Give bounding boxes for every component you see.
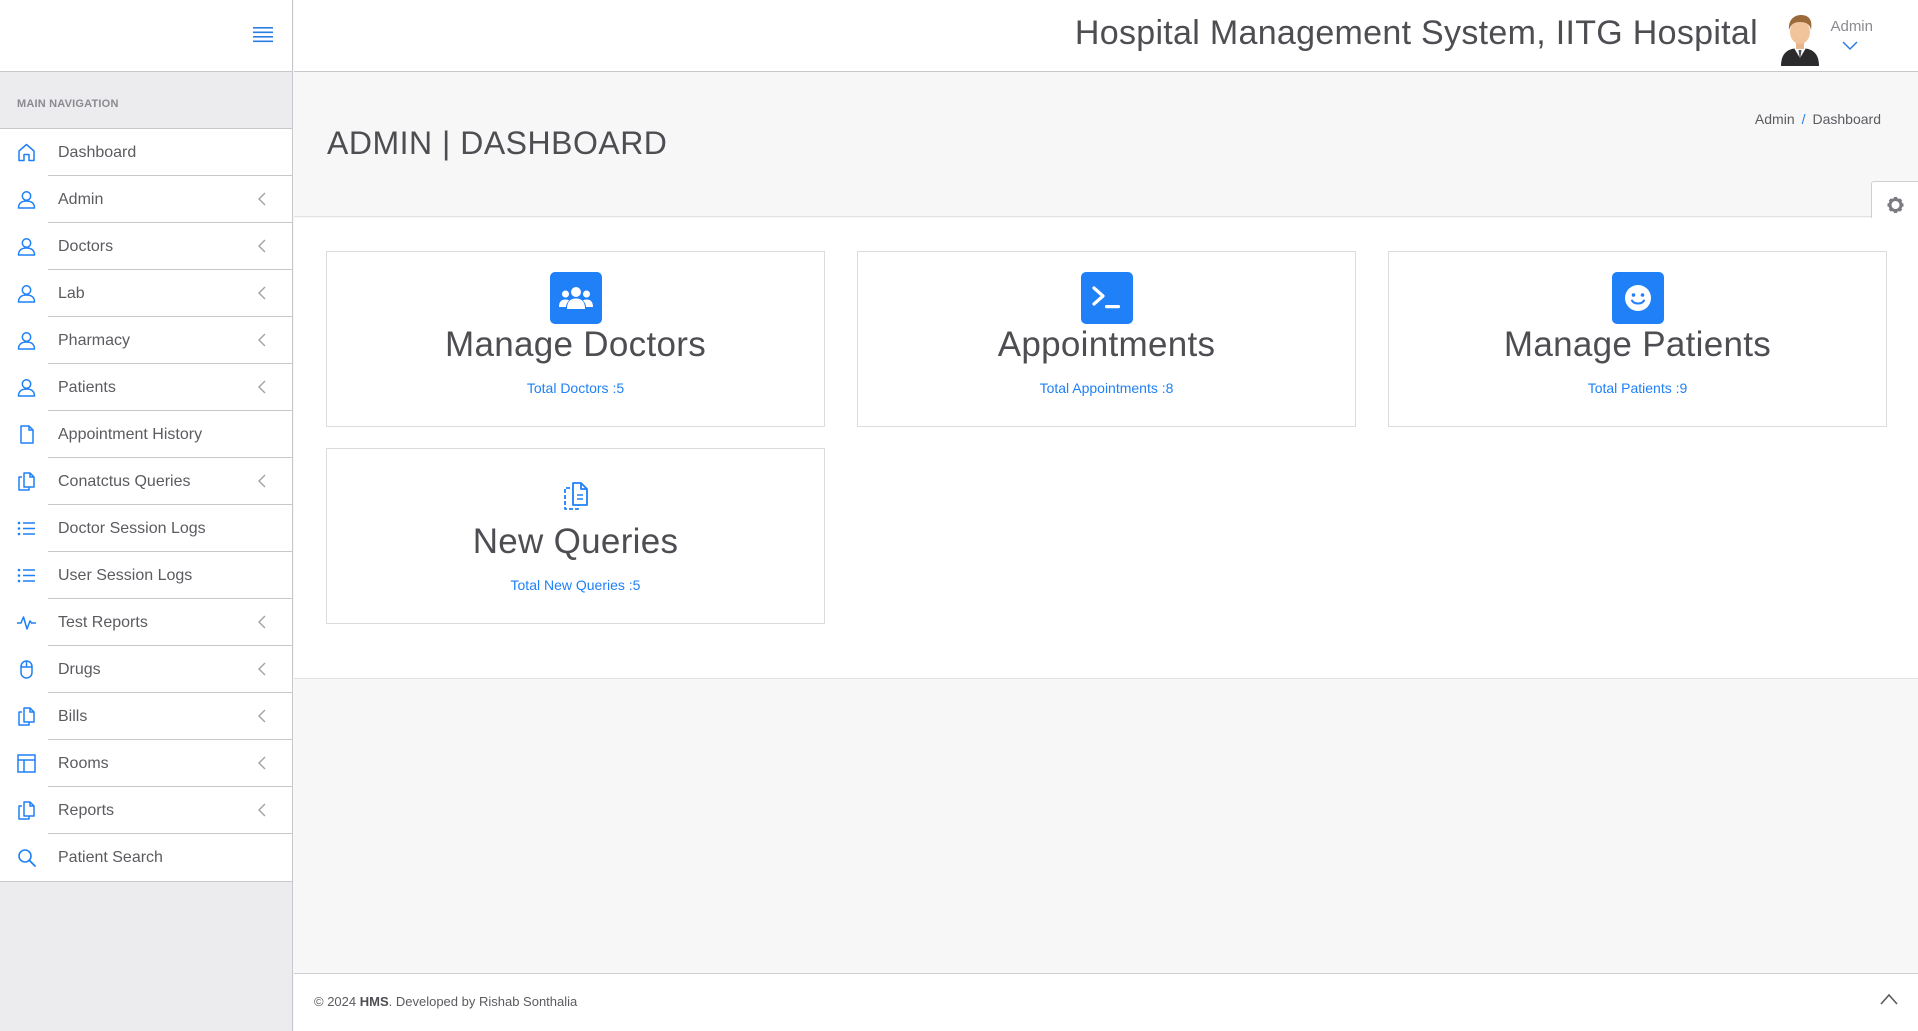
files-icon	[16, 800, 37, 821]
sidebar-item-admin[interactable]: Admin	[0, 175, 292, 223]
card-manage-patients[interactable]: Manage Patients Total Patients :9	[1388, 251, 1887, 427]
user-icon	[16, 189, 37, 210]
breadcrumb-item-admin[interactable]: Admin	[1755, 111, 1795, 127]
card-title: Appointments	[997, 325, 1216, 364]
card-count-link[interactable]: Total New Queries :5	[327, 577, 824, 593]
sidebar-item-label: Reports	[58, 801, 115, 819]
users-icon	[549, 272, 602, 324]
user-label[interactable]: Admin	[1830, 18, 1873, 35]
sidebar-item-label: Pharmacy	[58, 331, 131, 349]
sidebar-item-doctors[interactable]: Doctors	[0, 222, 292, 270]
footer-text: © 2024 HMS. Developed by Rishab Sonthali…	[314, 994, 577, 1009]
breadcrumb-separator: /	[1801, 111, 1806, 127]
breadcrumb-item-dashboard: Dashboard	[1812, 111, 1882, 127]
files-icon	[16, 471, 37, 492]
chevron-left-icon	[257, 803, 267, 817]
chevron-left-icon	[257, 615, 267, 629]
sidebar-item-label: Lab	[58, 284, 85, 302]
chevron-left-icon	[257, 662, 267, 676]
file-icon	[16, 424, 37, 445]
card-count-link[interactable]: Total Appointments :8	[858, 380, 1355, 396]
nav-list: Dashboard Admin Doctors Lab Pharmacy Patients…	[0, 129, 292, 882]
chevron-left-icon	[257, 333, 267, 347]
sidebar-item-user-session-logs[interactable]: User Session Logs	[0, 551, 292, 599]
pulse-icon	[16, 612, 37, 633]
dashboard-content: Manage Doctors Total Doctors :5 Appointm…	[294, 218, 1918, 679]
chevron-left-icon	[257, 380, 267, 394]
card-count-link[interactable]: Total Doctors :5	[327, 380, 824, 396]
app-title: Hospital Management System, IITG Hospita…	[1074, 14, 1758, 52]
chevron-down-icon[interactable]	[1842, 38, 1858, 51]
sidebar-item-rooms[interactable]: Rooms	[0, 739, 292, 787]
search-icon	[16, 847, 37, 868]
footer: © 2024 HMS. Developed by Rishab Sonthali…	[294, 973, 1918, 1031]
sidebar-item-test-reports[interactable]: Test Reports	[0, 598, 292, 646]
footer-credit: . Developed by Rishab Sonthalia	[388, 994, 578, 1009]
sidebar-item-label: Doctor Session Logs	[58, 519, 206, 537]
sidebar-item-patient-search[interactable]: Patient Search	[0, 833, 292, 881]
sidebar-item-conatctus-queries[interactable]: Conatctus Queries	[0, 457, 292, 505]
page-title: ADMIN | DASHBOARD	[327, 125, 668, 161]
hamburger-menu-icon[interactable]	[252, 25, 274, 43]
sidebar-item-appointment-history[interactable]: Appointment History	[0, 410, 292, 458]
list-icon	[16, 518, 37, 539]
smile-icon	[1611, 272, 1664, 324]
terminal-icon	[1080, 272, 1133, 324]
page-header: ADMIN | DASHBOARD Admin / Dashboard	[294, 73, 1918, 217]
chevron-up-icon[interactable]	[1880, 992, 1898, 1005]
user-icon	[16, 377, 37, 398]
footer-brand: HMS	[359, 994, 389, 1009]
layout-icon	[16, 753, 37, 774]
card-manage-doctors[interactable]: Manage Doctors Total Doctors :5	[326, 251, 825, 427]
card-new-queries[interactable]: New Queries Total New Queries :5	[326, 448, 825, 624]
sidebar-item-label: Drugs	[58, 660, 101, 678]
home-icon	[16, 142, 37, 163]
files-icon	[550, 469, 602, 521]
sidebar-item-pharmacy[interactable]: Pharmacy	[0, 316, 292, 364]
sidebar-item-label: Conatctus Queries	[58, 472, 191, 490]
sidebar-item-doctor-session-logs[interactable]: Doctor Session Logs	[0, 504, 292, 552]
sidebar-item-label: Admin	[58, 190, 104, 208]
mouse-icon	[16, 659, 37, 680]
sidebar-item-patients[interactable]: Patients	[0, 363, 292, 411]
chevron-left-icon	[257, 192, 267, 206]
chevron-left-icon	[257, 474, 267, 488]
sidebar-item-label: Rooms	[58, 754, 109, 772]
nav-section-header: MAIN NAVIGATION	[0, 72, 292, 129]
card-title: Manage Patients	[1503, 325, 1772, 364]
brand-bar	[0, 0, 292, 72]
sidebar-item-label: Bills	[58, 707, 88, 725]
sidebar-item-label: Patients	[58, 378, 116, 396]
list-icon	[16, 565, 37, 586]
sidebar-item-bills[interactable]: Bills	[0, 692, 292, 740]
card-title: Manage Doctors	[445, 325, 706, 364]
files-icon	[16, 706, 37, 727]
chevron-left-icon	[257, 756, 267, 770]
user-icon	[16, 236, 37, 257]
card-appointments[interactable]: Appointments Total Appointments :8	[857, 251, 1356, 427]
sidebar-item-dashboard[interactable]: Dashboard	[0, 129, 292, 176]
sidebar-item-reports[interactable]: Reports	[0, 786, 292, 834]
avatar[interactable]	[1777, 10, 1823, 66]
sidebar-item-lab[interactable]: Lab	[0, 269, 292, 317]
user-icon	[16, 283, 37, 304]
sidebar-item-label: Appointment History	[58, 425, 203, 443]
breadcrumb: Admin / Dashboard	[1755, 111, 1881, 127]
sidebar-item-label: Test Reports	[58, 613, 148, 631]
sidebar: MAIN NAVIGATION Dashboard Admin Doctors Lab…	[0, 0, 293, 1031]
chevron-left-icon	[257, 709, 267, 723]
chevron-left-icon	[257, 286, 267, 300]
sidebar-item-label: User Session Logs	[58, 566, 193, 584]
sidebar-item-label: Dashboard	[58, 143, 137, 161]
card-count-link[interactable]: Total Patients :9	[1389, 380, 1886, 396]
chevron-left-icon	[257, 239, 267, 253]
sidebar-item-label: Doctors	[58, 237, 114, 255]
user-icon	[16, 330, 37, 351]
card-title: New Queries	[472, 522, 679, 561]
sidebar-item-label: Patient Search	[58, 848, 163, 866]
sidebar-item-drugs[interactable]: Drugs	[0, 645, 292, 693]
footer-copyright: © 2024	[314, 994, 357, 1009]
topbar: Hospital Management System, IITG Hospita…	[294, 0, 1918, 72]
